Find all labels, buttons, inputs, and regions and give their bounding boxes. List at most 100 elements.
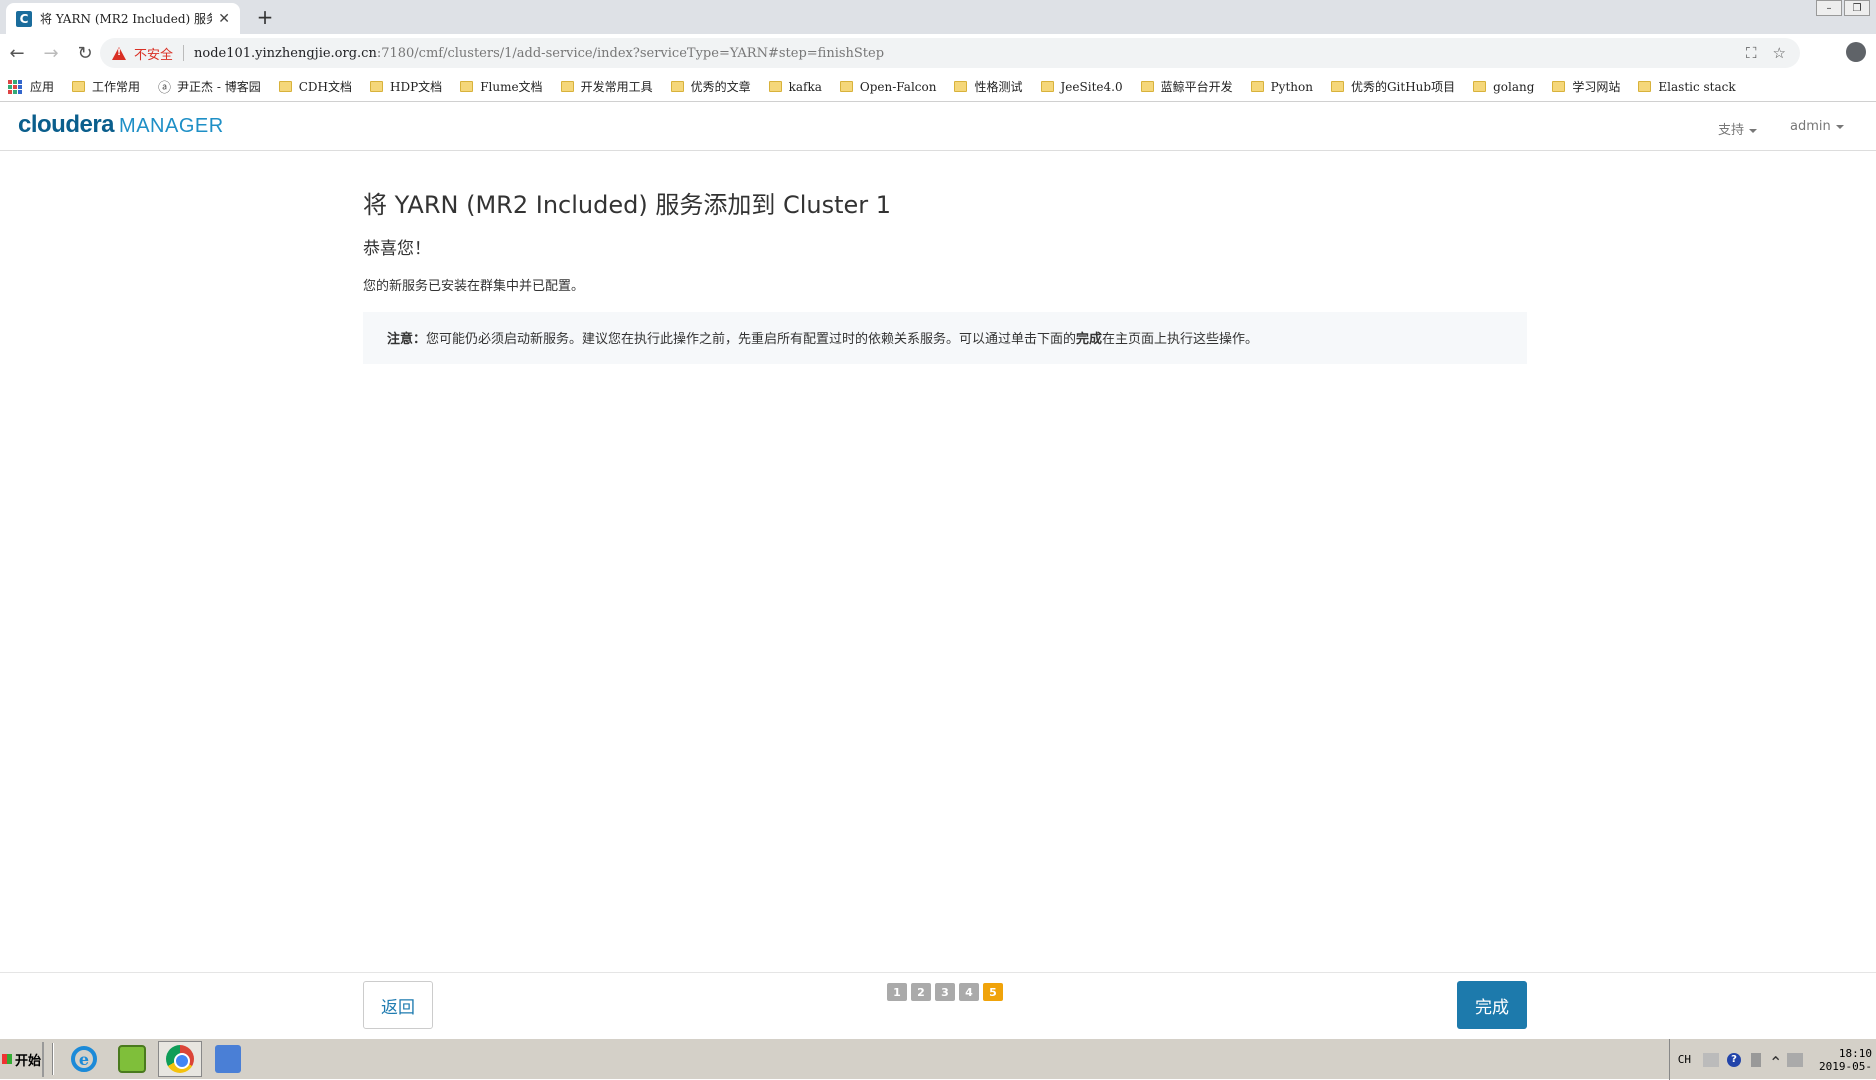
bookmarks-bar: 应用 工作常用 ⓐ 尹正杰 - 博客园 CDH文档 HDP文档 Flume文档 开发常用工具 优… bbox=[0, 72, 1876, 102]
bookmark-item[interactable]: 优秀的GitHub项目 bbox=[1330, 78, 1455, 95]
cloudera-header: cloudera MANAGER 支持 admin bbox=[0, 103, 1876, 151]
logo-manager-text: MANAGER bbox=[119, 115, 224, 137]
bookmark-item[interactable]: 学习网站 bbox=[1552, 78, 1620, 95]
folder-icon bbox=[670, 81, 684, 92]
bookmark-item[interactable]: 工作常用 bbox=[72, 78, 140, 95]
keyboard-icon[interactable] bbox=[1703, 1052, 1720, 1067]
bookmark-label: 优秀的文章 bbox=[690, 80, 751, 94]
step-1[interactable]: 1 bbox=[887, 983, 907, 1001]
cloudera-logo[interactable]: cloudera MANAGER bbox=[18, 111, 224, 139]
bookmark-item[interactable]: kafka bbox=[768, 79, 822, 94]
browser-tab[interactable]: C 将 YARN (MR2 Included) 服务添 ✕ bbox=[6, 3, 240, 34]
step-2[interactable]: 2 bbox=[911, 983, 931, 1001]
bookmark-label: 工作常用 bbox=[92, 80, 141, 94]
star-icon[interactable]: ☆ bbox=[1773, 44, 1786, 62]
bookmark-item[interactable]: Elastic stack bbox=[1638, 79, 1736, 94]
step-3[interactable]: 3 bbox=[935, 983, 955, 1001]
taskbar-ie[interactable]: e bbox=[62, 1041, 106, 1077]
page-title: 将 YARN (MR2 Included) 服务添加到 Cluster 1 bbox=[363, 191, 892, 219]
folder-icon bbox=[1473, 81, 1487, 92]
system-clock[interactable]: 18:10 2019-05- bbox=[1819, 1047, 1876, 1073]
bookmark-label: Flume文档 bbox=[480, 80, 543, 94]
user-menu-label: admin bbox=[1790, 119, 1831, 134]
url-separator bbox=[183, 45, 185, 61]
support-menu[interactable]: 支持 bbox=[1718, 119, 1758, 138]
language-indicator[interactable]: CH bbox=[1678, 1053, 1691, 1066]
ime-toolbar-icon[interactable] bbox=[1751, 1052, 1762, 1067]
tab-close-icon[interactable]: ✕ bbox=[218, 11, 230, 27]
bookmark-label: Elastic stack bbox=[1658, 79, 1736, 94]
browser-toolbar: ← → ↻ 不安全 node101.yinzhengjie.org.cn :71… bbox=[0, 34, 1876, 72]
taskbar-vsphere[interactable] bbox=[110, 1041, 154, 1077]
taskbar-separator bbox=[52, 1043, 54, 1075]
insecure-label[interactable]: 不安全 bbox=[134, 44, 173, 63]
tab-title: 将 YARN (MR2 Included) 服务添 bbox=[40, 12, 212, 26]
windows-taskbar: 开始 e CH ? ⌃ 18:10 2019-05- bbox=[0, 1038, 1876, 1080]
bookmark-label: kafka bbox=[788, 79, 822, 94]
bookmark-item[interactable]: 应用 bbox=[8, 78, 54, 95]
help-icon[interactable]: ? bbox=[1727, 1052, 1742, 1067]
logo-cloudera-text: cloudera bbox=[18, 111, 115, 138]
start-button[interactable]: 开始 bbox=[0, 1041, 44, 1077]
taskbar-news[interactable] bbox=[206, 1041, 250, 1077]
folder-icon bbox=[1638, 81, 1652, 92]
expand-tray-icon[interactable]: ⌃ bbox=[1769, 1053, 1782, 1072]
note-box: 注意：您可能仍必须启动新服务。建议您在执行此操作之前，先重启所有配置过时的依赖关… bbox=[363, 312, 1527, 364]
tab-strip: C 将 YARN (MR2 Included) 服务添 ✕ + – ❐ bbox=[0, 0, 1876, 34]
taskbar-chrome[interactable] bbox=[158, 1041, 202, 1077]
internet-explorer-icon: e bbox=[71, 1046, 97, 1072]
bookmark-item[interactable]: Python bbox=[1250, 80, 1313, 94]
profile-icon[interactable] bbox=[1846, 42, 1866, 62]
news-app-icon bbox=[215, 1045, 241, 1073]
bookmark-item[interactable]: Flume文档 bbox=[460, 78, 543, 95]
address-bar[interactable]: 不安全 node101.yinzhengjie.org.cn :7180/cmf… bbox=[100, 38, 1800, 68]
bookmark-item[interactable]: golang bbox=[1473, 80, 1534, 94]
forward-arrow-icon[interactable]: → bbox=[34, 36, 68, 70]
install-description: 您的新服务已安装在群集中并已配置。 bbox=[363, 279, 585, 294]
url-path: :7180/cmf/clusters/1/add-service/index?s… bbox=[376, 45, 885, 61]
bookmark-item[interactable]: Open-Falcon bbox=[839, 80, 936, 94]
step-5[interactable]: 5 bbox=[983, 983, 1003, 1001]
bookmark-label: 应用 bbox=[30, 80, 55, 94]
reload-icon[interactable]: ↻ bbox=[68, 36, 102, 70]
step-indicator: 12345 bbox=[887, 983, 1003, 1001]
note-text: 您可能仍必须启动新服务。建议您在执行此操作之前，先重启所有配置过时的依赖关系服务… bbox=[426, 332, 1077, 347]
note-text-end: 在主页面上执行这些操作。 bbox=[1102, 332, 1259, 347]
bookmark-label: 性格测试 bbox=[974, 80, 1023, 94]
bookmark-item[interactable]: CDH文档 bbox=[278, 78, 352, 95]
folder-icon bbox=[72, 81, 86, 92]
folder-icon bbox=[768, 81, 782, 92]
folder-icon bbox=[560, 81, 574, 92]
apps-icon bbox=[8, 79, 22, 94]
congrats-subtitle: 恭喜您！ bbox=[363, 239, 431, 259]
minimize-icon[interactable]: – bbox=[1816, 0, 1842, 16]
network-icon[interactable] bbox=[1787, 1052, 1804, 1067]
user-menu[interactable]: admin bbox=[1790, 119, 1844, 134]
finish-button[interactable]: 完成 bbox=[1457, 981, 1527, 1029]
back-arrow-icon[interactable]: ← bbox=[0, 36, 34, 70]
bookmark-item[interactable]: 蓝鲸平台开发 bbox=[1140, 78, 1233, 95]
chrome-icon bbox=[166, 1045, 194, 1073]
bookmark-item[interactable]: 开发常用工具 bbox=[560, 78, 653, 95]
bookmark-item[interactable]: JeeSite4.0 bbox=[1040, 79, 1123, 94]
folder-icon bbox=[1040, 81, 1054, 92]
url-host: node101.yinzhengjie.org.cn bbox=[194, 45, 377, 61]
bookmark-item[interactable]: 性格测试 bbox=[954, 78, 1023, 95]
bookmark-item[interactable]: ⓐ 尹正杰 - 博客园 bbox=[158, 77, 261, 96]
cloudera-favicon-icon: C bbox=[16, 10, 32, 27]
note-label: 注意： bbox=[387, 332, 427, 347]
folder-icon bbox=[1330, 81, 1344, 92]
back-button[interactable]: 返回 bbox=[363, 981, 433, 1029]
bookmark-item[interactable]: HDP文档 bbox=[370, 78, 442, 95]
restore-icon[interactable]: ❐ bbox=[1844, 0, 1870, 16]
omnibox-actions: ⛶ ☆ bbox=[1746, 44, 1786, 62]
step-4[interactable]: 4 bbox=[959, 983, 979, 1001]
new-tab-button[interactable]: + bbox=[254, 5, 276, 29]
bookmark-item[interactable]: 优秀的文章 bbox=[670, 78, 751, 95]
bookmark-label: 开发常用工具 bbox=[580, 80, 653, 94]
clock-date: 2019-05- bbox=[1819, 1059, 1872, 1073]
bookmark-label: HDP文档 bbox=[390, 80, 443, 94]
translate-icon[interactable]: ⛶ bbox=[1746, 44, 1757, 62]
folder-icon bbox=[839, 81, 853, 92]
bookmark-label: JeeSite4.0 bbox=[1060, 79, 1123, 94]
